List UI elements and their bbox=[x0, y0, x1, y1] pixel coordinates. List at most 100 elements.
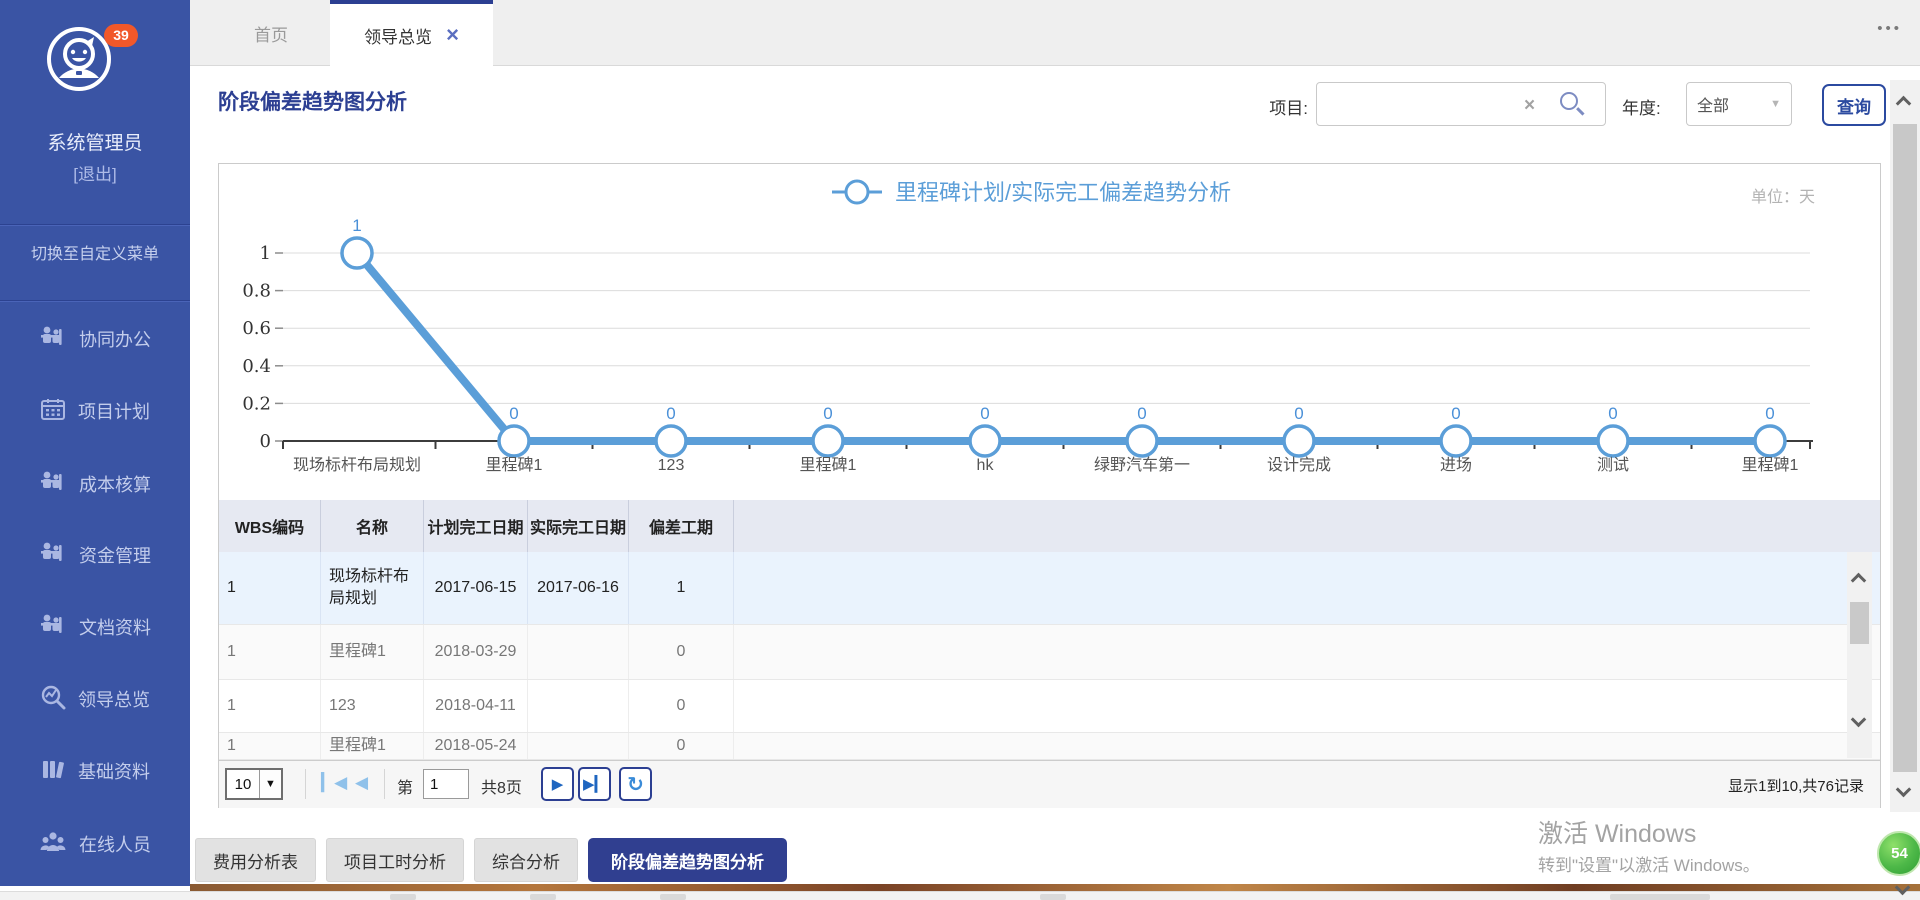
sidebar-item-label: 项目计划 bbox=[78, 398, 150, 424]
svg-text:测试: 测试 bbox=[1597, 456, 1629, 474]
page-size-value: 10 bbox=[227, 776, 259, 793]
logout-link[interactable]: [退出] bbox=[0, 160, 190, 185]
table-row[interactable]: 1里程碑12018-05-240 bbox=[219, 733, 1880, 760]
pagination-bar: 10 ▼ ▎◀ ◀ 第 共8页 ▶ ▶▎ ↻ 显示1到10,共76记录 bbox=[219, 760, 1880, 808]
table-cell: 2017-06-15 bbox=[424, 552, 528, 624]
tab-leadership-overview[interactable]: 领导总览 × bbox=[330, 0, 493, 66]
bottom-tab-2[interactable]: 项目工时分析 bbox=[326, 838, 464, 882]
table-cell bbox=[528, 733, 629, 759]
table-cell: 1 bbox=[219, 625, 321, 679]
table-cell: 2018-03-29 bbox=[424, 625, 528, 679]
windows-activation-subtitle: 转到"设置"以激活 Windows。 bbox=[1538, 851, 1760, 876]
project-label: 项目: bbox=[1248, 94, 1308, 119]
first-page-icon[interactable]: ▎◀ bbox=[321, 773, 347, 793]
table-cell: 2018-04-11 bbox=[424, 680, 528, 732]
svg-text:0: 0 bbox=[1451, 404, 1460, 423]
svg-text:设计完成: 设计完成 bbox=[1267, 456, 1331, 474]
year-select[interactable]: 全部 ▼ bbox=[1686, 82, 1792, 126]
clear-icon[interactable]: × bbox=[1524, 95, 1535, 117]
query-button[interactable]: 查询 bbox=[1822, 84, 1886, 126]
sidebar-item-7[interactable]: 基础资料 bbox=[0, 747, 190, 795]
svg-text:里程碑1: 里程碑1 bbox=[486, 456, 543, 474]
books-icon bbox=[40, 757, 66, 786]
sidebar-item-label: 成本核算 bbox=[79, 471, 151, 497]
more-icon[interactable]: ••• bbox=[1877, 20, 1902, 37]
refresh-button[interactable]: ↻ bbox=[619, 767, 652, 801]
table-row[interactable]: 1里程碑12018-03-290 bbox=[219, 625, 1880, 680]
svg-text:0: 0 bbox=[1137, 404, 1146, 423]
table-cell bbox=[528, 625, 629, 679]
table-cell: 2018-05-24 bbox=[424, 733, 528, 759]
sidebar-item-4[interactable]: 资金管理 bbox=[0, 531, 190, 579]
table-cell: 里程碑1 bbox=[321, 733, 424, 759]
taskbar-icon[interactable] bbox=[660, 894, 686, 900]
svg-text:绿野汽车第一: 绿野汽车第一 bbox=[1094, 456, 1190, 474]
content-scroll-thumb[interactable] bbox=[1893, 124, 1917, 772]
table-cell: 0 bbox=[629, 680, 734, 732]
prev-page-icon[interactable]: ◀ bbox=[355, 773, 368, 793]
people-desk-icon bbox=[39, 613, 67, 642]
taskbar-icon[interactable] bbox=[530, 894, 556, 900]
column-header[interactable]: 计划完工日期 bbox=[424, 500, 528, 552]
column-header[interactable]: WBS编码 bbox=[219, 500, 321, 552]
taskbar-icon[interactable] bbox=[1040, 894, 1066, 900]
close-icon[interactable]: × bbox=[446, 24, 459, 46]
people-desk-icon bbox=[39, 541, 67, 570]
year-label: 年度: bbox=[1622, 94, 1661, 119]
people-desk-icon bbox=[39, 470, 67, 499]
avatar-icon bbox=[46, 26, 112, 92]
sidebar-item-label: 协同办公 bbox=[79, 326, 151, 352]
sidebar-item-label: 资金管理 bbox=[79, 542, 151, 568]
bottom-tab-bar: 费用分析表项目工时分析综合分析阶段偏差趋势图分析 bbox=[195, 838, 787, 882]
sidebar-item-5[interactable]: 文档资料 bbox=[0, 603, 190, 651]
table-cell: 0 bbox=[629, 733, 734, 759]
search-icon[interactable] bbox=[1560, 92, 1578, 110]
switch-menu-link[interactable]: 切换至自定义菜单 bbox=[0, 240, 190, 264]
sidebar-item-label: 文档资料 bbox=[79, 614, 151, 640]
calendar-icon bbox=[40, 397, 66, 426]
table-scroll-thumb[interactable] bbox=[1850, 602, 1869, 644]
sidebar-item-1[interactable]: 协同办公 bbox=[0, 315, 190, 363]
svg-text:1: 1 bbox=[352, 216, 361, 235]
svg-text:0: 0 bbox=[823, 404, 832, 423]
table-row[interactable]: 1现场标杆布局规划2017-06-152017-06-161 bbox=[219, 552, 1880, 625]
page-number-input[interactable] bbox=[423, 769, 469, 799]
sidebar-item-label: 领导总览 bbox=[78, 686, 150, 712]
sidebar-item-6[interactable]: 领导总览 bbox=[0, 675, 190, 723]
table-cell: 1 bbox=[219, 680, 321, 732]
column-header[interactable]: 实际完工日期 bbox=[528, 500, 629, 552]
svg-text:里程碑计划/实际完工偏差趋势分析: 里程碑计划/实际完工偏差趋势分析 bbox=[895, 180, 1231, 205]
column-header[interactable]: 名称 bbox=[321, 500, 424, 552]
tab-bar: 首页 领导总览 × ••• bbox=[190, 0, 1920, 66]
assistant-badge[interactable]: 54 bbox=[1877, 831, 1920, 876]
chart-magnifier-icon bbox=[40, 684, 66, 715]
sidebar-item-3[interactable]: 成本核算 bbox=[0, 460, 190, 508]
people-group-icon bbox=[39, 830, 67, 859]
svg-text:0: 0 bbox=[1608, 404, 1617, 423]
people-desk-icon bbox=[39, 325, 67, 354]
taskbar-icon[interactable] bbox=[390, 894, 416, 900]
next-page-button[interactable]: ▶ bbox=[541, 767, 574, 801]
bottom-tab-1[interactable]: 费用分析表 bbox=[195, 838, 316, 882]
sidebar-item-label: 基础资料 bbox=[78, 758, 150, 784]
last-page-button[interactable]: ▶▎ bbox=[578, 767, 611, 801]
taskbar-tray[interactable] bbox=[1610, 894, 1710, 900]
sidebar-item-8[interactable]: 在线人员 bbox=[0, 820, 190, 868]
table-row[interactable]: 11232018-04-110 bbox=[219, 680, 1880, 733]
tab-label: 领导总览 bbox=[364, 23, 432, 48]
svg-text:0: 0 bbox=[980, 404, 989, 423]
avatar[interactable] bbox=[46, 26, 112, 92]
sidebar-item-2[interactable]: 项目计划 bbox=[0, 387, 190, 435]
table-cell bbox=[528, 680, 629, 732]
tab-home[interactable]: 首页 bbox=[216, 0, 326, 66]
page-size-select[interactable]: 10 ▼ bbox=[225, 768, 283, 800]
column-header[interactable]: 偏差工期 bbox=[629, 500, 734, 552]
page-prefix-label: 第 bbox=[397, 774, 413, 798]
notification-badge[interactable]: 39 bbox=[104, 24, 138, 47]
page-title: 阶段偏差趋势图分析 bbox=[218, 86, 407, 116]
divider bbox=[384, 769, 385, 799]
pagination-summary: 显示1到10,共76记录 bbox=[1728, 775, 1864, 796]
table-cell: 1 bbox=[629, 552, 734, 624]
bottom-tab-4[interactable]: 阶段偏差趋势图分析 bbox=[588, 838, 787, 882]
bottom-tab-3[interactable]: 综合分析 bbox=[474, 838, 578, 882]
